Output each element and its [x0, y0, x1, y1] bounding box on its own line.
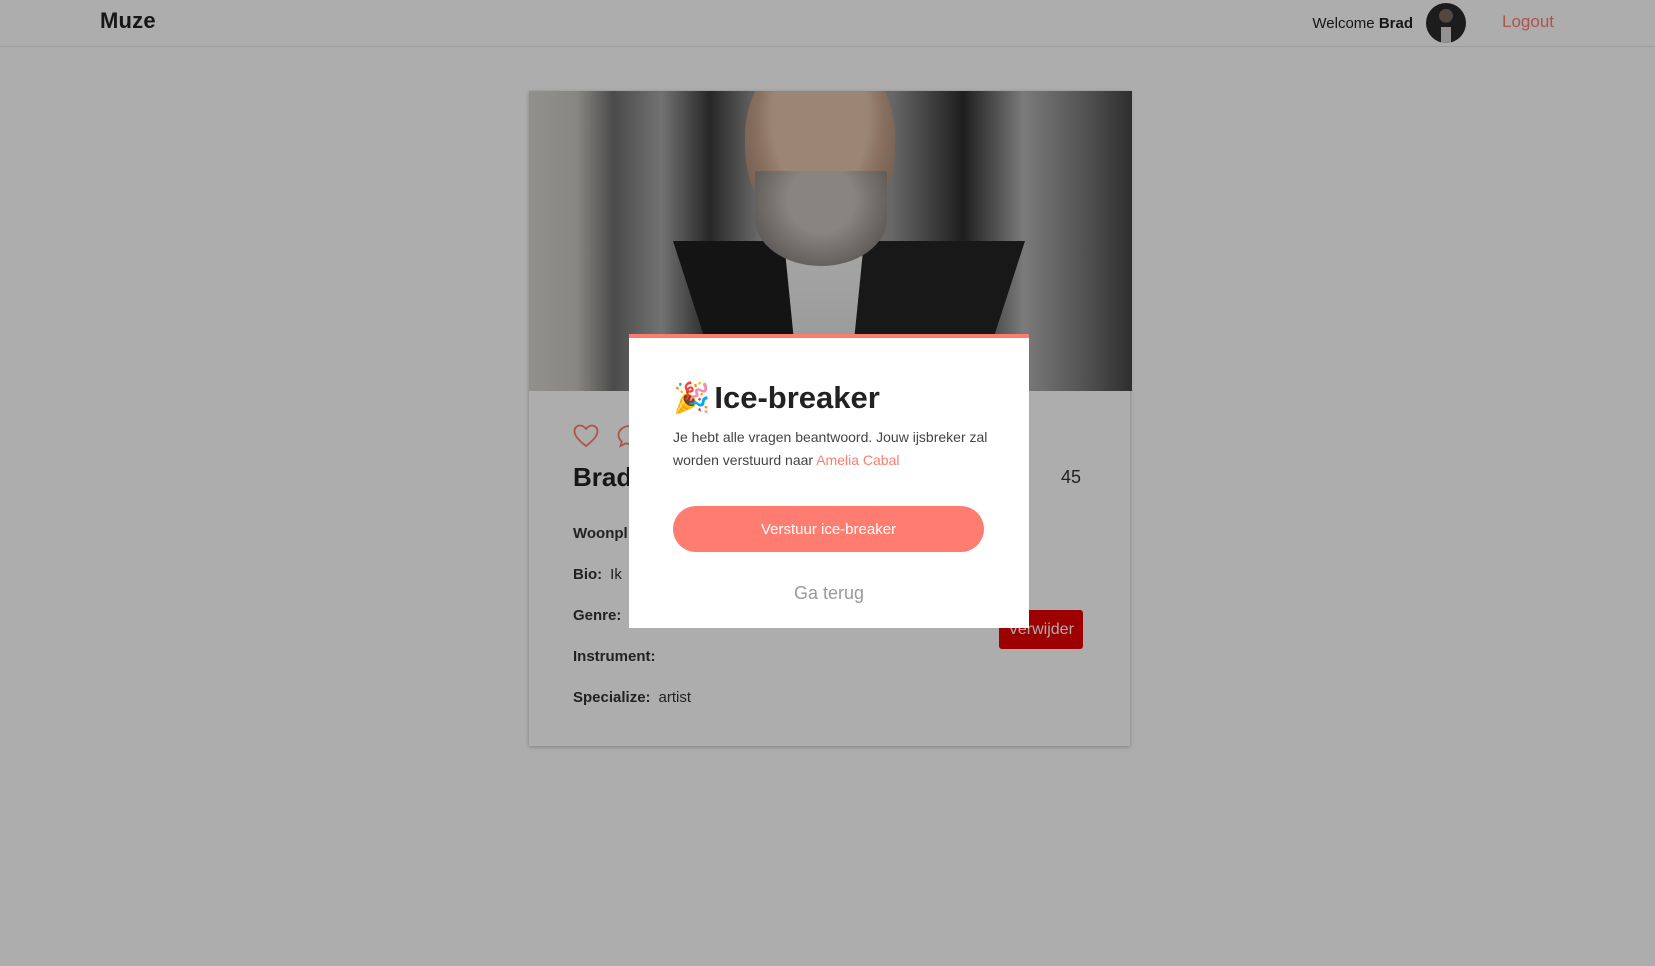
page: Muze Welcome Brad Logout Brad 45 Woonpl — [0, 0, 1655, 966]
icebreaker-modal: 🎉 Ice-breaker Je hebt alle vragen beantwo… — [629, 334, 1029, 628]
party-popper-icon: 🎉 — [673, 382, 711, 415]
modal-title: 🎉 Ice-breaker — [673, 380, 880, 416]
send-icebreaker-button[interactable]: Verstuur ice-breaker — [673, 506, 984, 552]
recipient-name: Amelia Cabal — [816, 452, 900, 468]
modal-title-text: Ice-breaker — [714, 380, 880, 415]
modal-message: Je hebt alle vragen beantwoord. Jouw ijs… — [673, 426, 988, 472]
go-back-link[interactable]: Ga terug — [629, 583, 1029, 604]
